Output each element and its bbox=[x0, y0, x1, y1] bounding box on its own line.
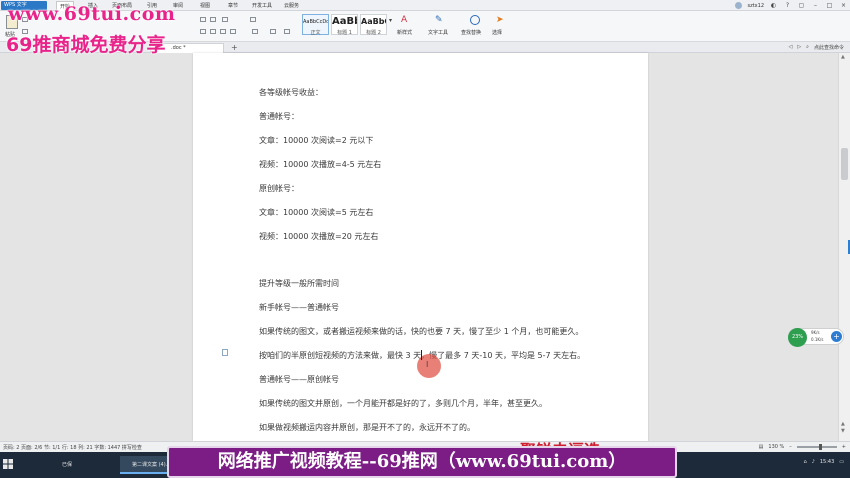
prev-page-icon[interactable]: ▲ bbox=[841, 421, 845, 427]
tab-prev-icon[interactable]: ◁ bbox=[788, 44, 792, 51]
clock[interactable]: 15:43 bbox=[820, 459, 834, 465]
watermark-banner: 网络推广视频教程--69推网（www.69tui.com） bbox=[167, 446, 677, 478]
align-right-icon[interactable] bbox=[220, 29, 226, 34]
minimize-icon[interactable]: – bbox=[811, 2, 820, 10]
text-tools-button[interactable]: 文字工具 bbox=[428, 29, 448, 36]
avatar[interactable] bbox=[735, 2, 743, 9]
speed-plus-icon[interactable]: + bbox=[831, 331, 842, 342]
style-normal[interactable]: AaBbCcDd 正文 bbox=[302, 14, 329, 36]
paragraph-handle-icon[interactable] bbox=[222, 349, 228, 356]
notification-icon[interactable]: ▭ bbox=[839, 459, 844, 465]
doc-line: 文章：10000 次阅读=5 元左右 bbox=[259, 208, 374, 217]
doc-line: 新手帐号——普通帐号 bbox=[259, 303, 339, 312]
doc-line: 视频：10000 次播放=4-5 元左右 bbox=[259, 160, 382, 169]
restore-icon[interactable]: ▢ bbox=[797, 2, 806, 10]
view-mode-icon[interactable]: ▤ bbox=[759, 444, 764, 450]
user-area: sztx12 ◐ ? ▢ – □ × bbox=[735, 1, 848, 10]
new-tab-icon[interactable]: + bbox=[231, 43, 238, 52]
zoom-slider-knob[interactable] bbox=[818, 444, 822, 450]
vertical-scrollbar[interactable]: ▲ ▲ ▼ bbox=[838, 53, 850, 441]
new-style-icon[interactable]: A bbox=[401, 15, 411, 25]
justify-icon[interactable] bbox=[230, 29, 236, 34]
help-icon[interactable]: ? bbox=[783, 2, 792, 10]
zoom-out-icon[interactable]: – bbox=[789, 444, 792, 450]
doc-line: 文章：10000 次阅读=2 元以下 bbox=[259, 136, 374, 145]
scroll-up-icon[interactable]: ▲ bbox=[841, 54, 845, 60]
line-spacing-icon[interactable] bbox=[252, 29, 258, 34]
bullet-list-icon[interactable] bbox=[200, 17, 206, 22]
download-speed: 0.1K/s bbox=[811, 337, 824, 342]
doc-line: 如果传统的图文，或者搬运视频来做的话，快的也要 7 天，慢了至少 1 个月，也可… bbox=[259, 327, 584, 336]
doc-line: 如果传统的图文并原创，一个月能开都是好的了，多则几个月，半年，甚至更久。 bbox=[259, 399, 547, 408]
select-button[interactable]: 选择 bbox=[492, 29, 502, 36]
next-page-icon[interactable]: ▼ bbox=[841, 428, 845, 434]
border-icon[interactable] bbox=[284, 29, 290, 34]
taskbar-item[interactable]: 已保 bbox=[50, 456, 110, 474]
doc-line: 视频：10000 次播放=20 元左右 bbox=[259, 232, 379, 241]
volume-icon[interactable]: ♪ bbox=[812, 459, 815, 465]
status-info: 页码: 2 页面: 2/6 节: 1/1 行: 18 列: 21 字数: 144… bbox=[3, 445, 142, 451]
style-heading-1[interactable]: AaBb 标题 1 bbox=[331, 14, 358, 36]
styles-more-icon[interactable]: ▾ bbox=[389, 17, 392, 24]
network-icon[interactable]: ⌂ bbox=[803, 459, 806, 465]
numbered-list-icon[interactable] bbox=[210, 17, 216, 22]
document-page[interactable]: 各等级帐号收益： 普通帐号： 文章：10000 次阅读=2 元以下 视频：100… bbox=[193, 53, 648, 441]
menu-developer[interactable]: 开发工具 bbox=[252, 2, 272, 9]
windows-start-icon[interactable] bbox=[3, 459, 13, 469]
find-replace-icon[interactable] bbox=[470, 15, 480, 25]
zoom-in-icon[interactable]: + bbox=[842, 444, 846, 450]
speed-percent: 23% bbox=[788, 328, 807, 347]
doc-line: 如果做视频搬运内容并原创，那是开不了的，永远开不了的。 bbox=[259, 423, 475, 432]
command-search-icon[interactable]: ⌕ bbox=[806, 44, 809, 51]
skin-icon[interactable]: ◐ bbox=[769, 2, 778, 10]
doc-line: 原创帐号： bbox=[259, 184, 299, 193]
watermark-url: www.69tui.com bbox=[8, 3, 176, 25]
maximize-icon[interactable]: □ bbox=[825, 2, 834, 10]
user-name[interactable]: sztx12 bbox=[747, 3, 764, 9]
menu-chapter[interactable]: 章节 bbox=[228, 2, 238, 9]
doc-line: 提升等级一般所需时间 bbox=[259, 279, 339, 288]
menu-cloud[interactable]: 云服务 bbox=[284, 2, 299, 9]
new-style-button[interactable]: 新样式 bbox=[397, 29, 412, 36]
align-center-icon[interactable] bbox=[210, 29, 216, 34]
ibeam-cursor-icon: I bbox=[426, 360, 429, 369]
system-tray: ⌂ ♪ 15:43 ▭ bbox=[803, 459, 844, 465]
select-icon[interactable]: ➤ bbox=[496, 15, 506, 25]
watermark-share: 69推商城免费分享 bbox=[6, 34, 166, 56]
document-tab-title: .doc * bbox=[171, 45, 186, 51]
zoom-slider[interactable] bbox=[796, 444, 837, 450]
zoom-level[interactable]: 130 % bbox=[768, 444, 784, 450]
doc-line: 普通帐号——原创帐号 bbox=[259, 375, 339, 384]
upload-speed: 9K/s bbox=[811, 330, 820, 335]
find-replace-button[interactable]: 查找替换 bbox=[461, 29, 481, 36]
command-search-label[interactable]: 点此查找命令 bbox=[814, 44, 844, 51]
shading-icon[interactable] bbox=[270, 29, 276, 34]
doc-line: 各等级帐号收益： bbox=[259, 88, 323, 97]
close-icon[interactable]: × bbox=[839, 2, 848, 10]
document-area: 各等级帐号收益： 普通帐号： 文章：10000 次阅读=2 元以下 视频：100… bbox=[0, 53, 838, 441]
style-heading-2[interactable]: AaBbC 标题 2 bbox=[360, 14, 387, 36]
network-speed-widget[interactable]: 23% 9K/s 0.1K/s + bbox=[788, 328, 844, 347]
doc-line: 普通帐号： bbox=[259, 112, 299, 121]
scroll-thumb[interactable] bbox=[841, 148, 848, 180]
text-cursor bbox=[421, 350, 422, 360]
text-tools-icon[interactable]: ✎ bbox=[435, 15, 445, 25]
indent-icon[interactable] bbox=[222, 17, 228, 22]
tab-strip-right: ◁ ▷ ⌕ 点此查找命令 bbox=[788, 44, 844, 51]
menu-view[interactable]: 视图 bbox=[200, 2, 210, 9]
tab-next-icon[interactable]: ▷ bbox=[797, 44, 801, 51]
align-left-icon[interactable] bbox=[200, 29, 206, 34]
chinese-layout-icon[interactable] bbox=[250, 17, 256, 22]
